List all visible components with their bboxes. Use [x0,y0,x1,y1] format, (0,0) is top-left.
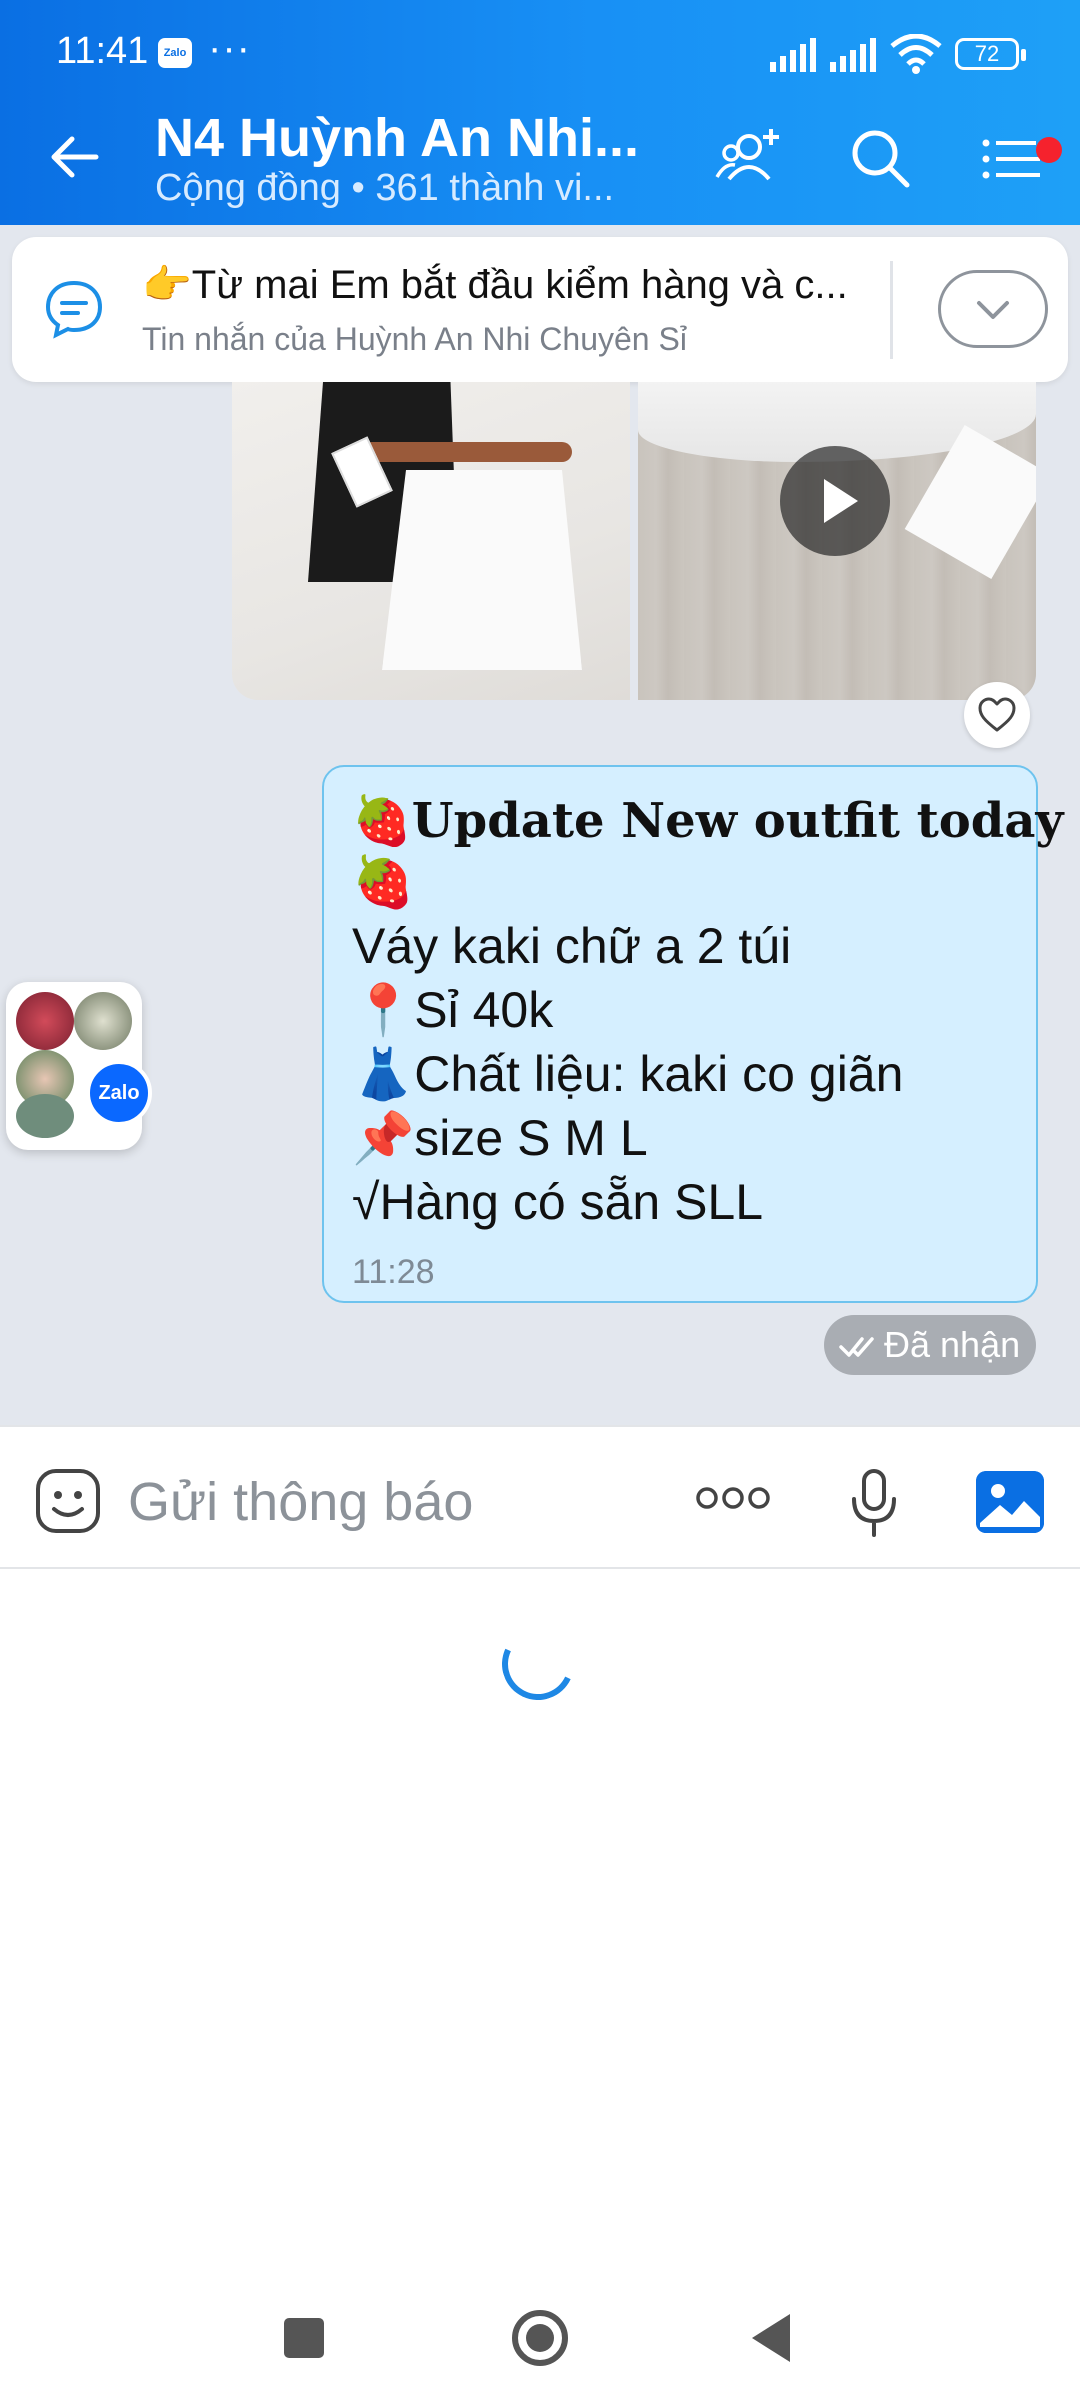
notification-dot [1036,137,1062,163]
recent-apps-button[interactable] [284,2318,324,2358]
message-line: 📌size S M L [352,1110,648,1166]
search-icon[interactable] [845,123,915,193]
message-line: Váy kaki chữ a 2 túi [352,918,792,974]
message-line: √Hàng có sẵn SLL [352,1174,764,1230]
message-time: 11:28 [352,1253,435,1291]
expand-pinned-button[interactable] [938,270,1048,348]
status-time: 11:41 [56,30,149,72]
pinned-message-text: 👉Từ mai Em bắt đầu kiểm hàng và c... [142,263,848,307]
white-skirt-image [382,470,582,670]
hanger-image [362,442,572,462]
loading-spinner [491,1617,585,1711]
zalo-notification-icon: Zalo [158,38,192,68]
pinned-message-sender: Tin nhắn của Huỳnh An Nhi Chuyên Sỉ [142,321,687,357]
avatar [16,992,74,1050]
message-bubble-icon [45,280,103,339]
react-button[interactable] [964,682,1030,748]
play-icon[interactable] [780,446,890,556]
zalo-badge-icon: Zalo [86,1060,152,1126]
more-notifications-icon: ··· [208,26,251,70]
system-back-button[interactable] [752,2314,790,2362]
image-picker-icon[interactable] [976,1471,1044,1533]
avatar [16,1094,74,1138]
heart-icon [978,697,1016,732]
message-headline-tail: 🍓 [352,854,415,910]
message-line: 📍Sỉ 40k [352,982,554,1038]
signal-icon-2 [830,38,876,72]
message-headline: 🍓Update New outfit today [352,793,1064,849]
system-navigation-bar [0,2300,1080,2400]
divider [890,261,893,359]
signal-icon [770,38,816,72]
product-photo[interactable] [232,382,630,700]
message-composer: Gửi thông báo [0,1425,1080,1569]
add-member-icon[interactable] [715,123,785,193]
pinned-message-banner[interactable]: 👉Từ mai Em bắt đầu kiểm hàng và c... Tin… [12,237,1068,382]
group-title[interactable]: N4 Huỳnh An Nhi... [155,107,639,169]
sticker-icon[interactable] [34,1467,102,1535]
wifi-icon [890,34,942,74]
avatar [74,992,132,1050]
media-message[interactable] [232,382,1036,700]
more-options-icon[interactable] [695,1483,771,1513]
message-bubble[interactable]: 🍓Update New outfit today 🍓 Váy kaki chữ … [322,765,1063,1303]
chat-header: N4 Huỳnh An Nhi... Cộng đồng • 361 thành… [0,95,1080,225]
home-button[interactable] [512,2310,568,2366]
battery-indicator: 72 [955,38,1026,70]
delivery-status-badge: Đã nhận [824,1315,1036,1375]
back-arrow-icon[interactable] [44,127,104,187]
group-subtitle[interactable]: Cộng đồng • 361 thành vi... [155,167,614,210]
message-input[interactable]: Gửi thông báo [128,1471,473,1533]
menu-icon[interactable] [978,123,1048,193]
delivery-status-text: Đã nhận [884,1324,1021,1365]
microphone-icon[interactable] [846,1467,902,1539]
message-line: 👗Chất liệu: kaki co giãn [352,1046,904,1102]
status-bar: 11:41 Zalo ··· 72 [0,0,1080,95]
double-check-icon [839,1337,874,1357]
chevron-down-icon [977,301,1009,319]
